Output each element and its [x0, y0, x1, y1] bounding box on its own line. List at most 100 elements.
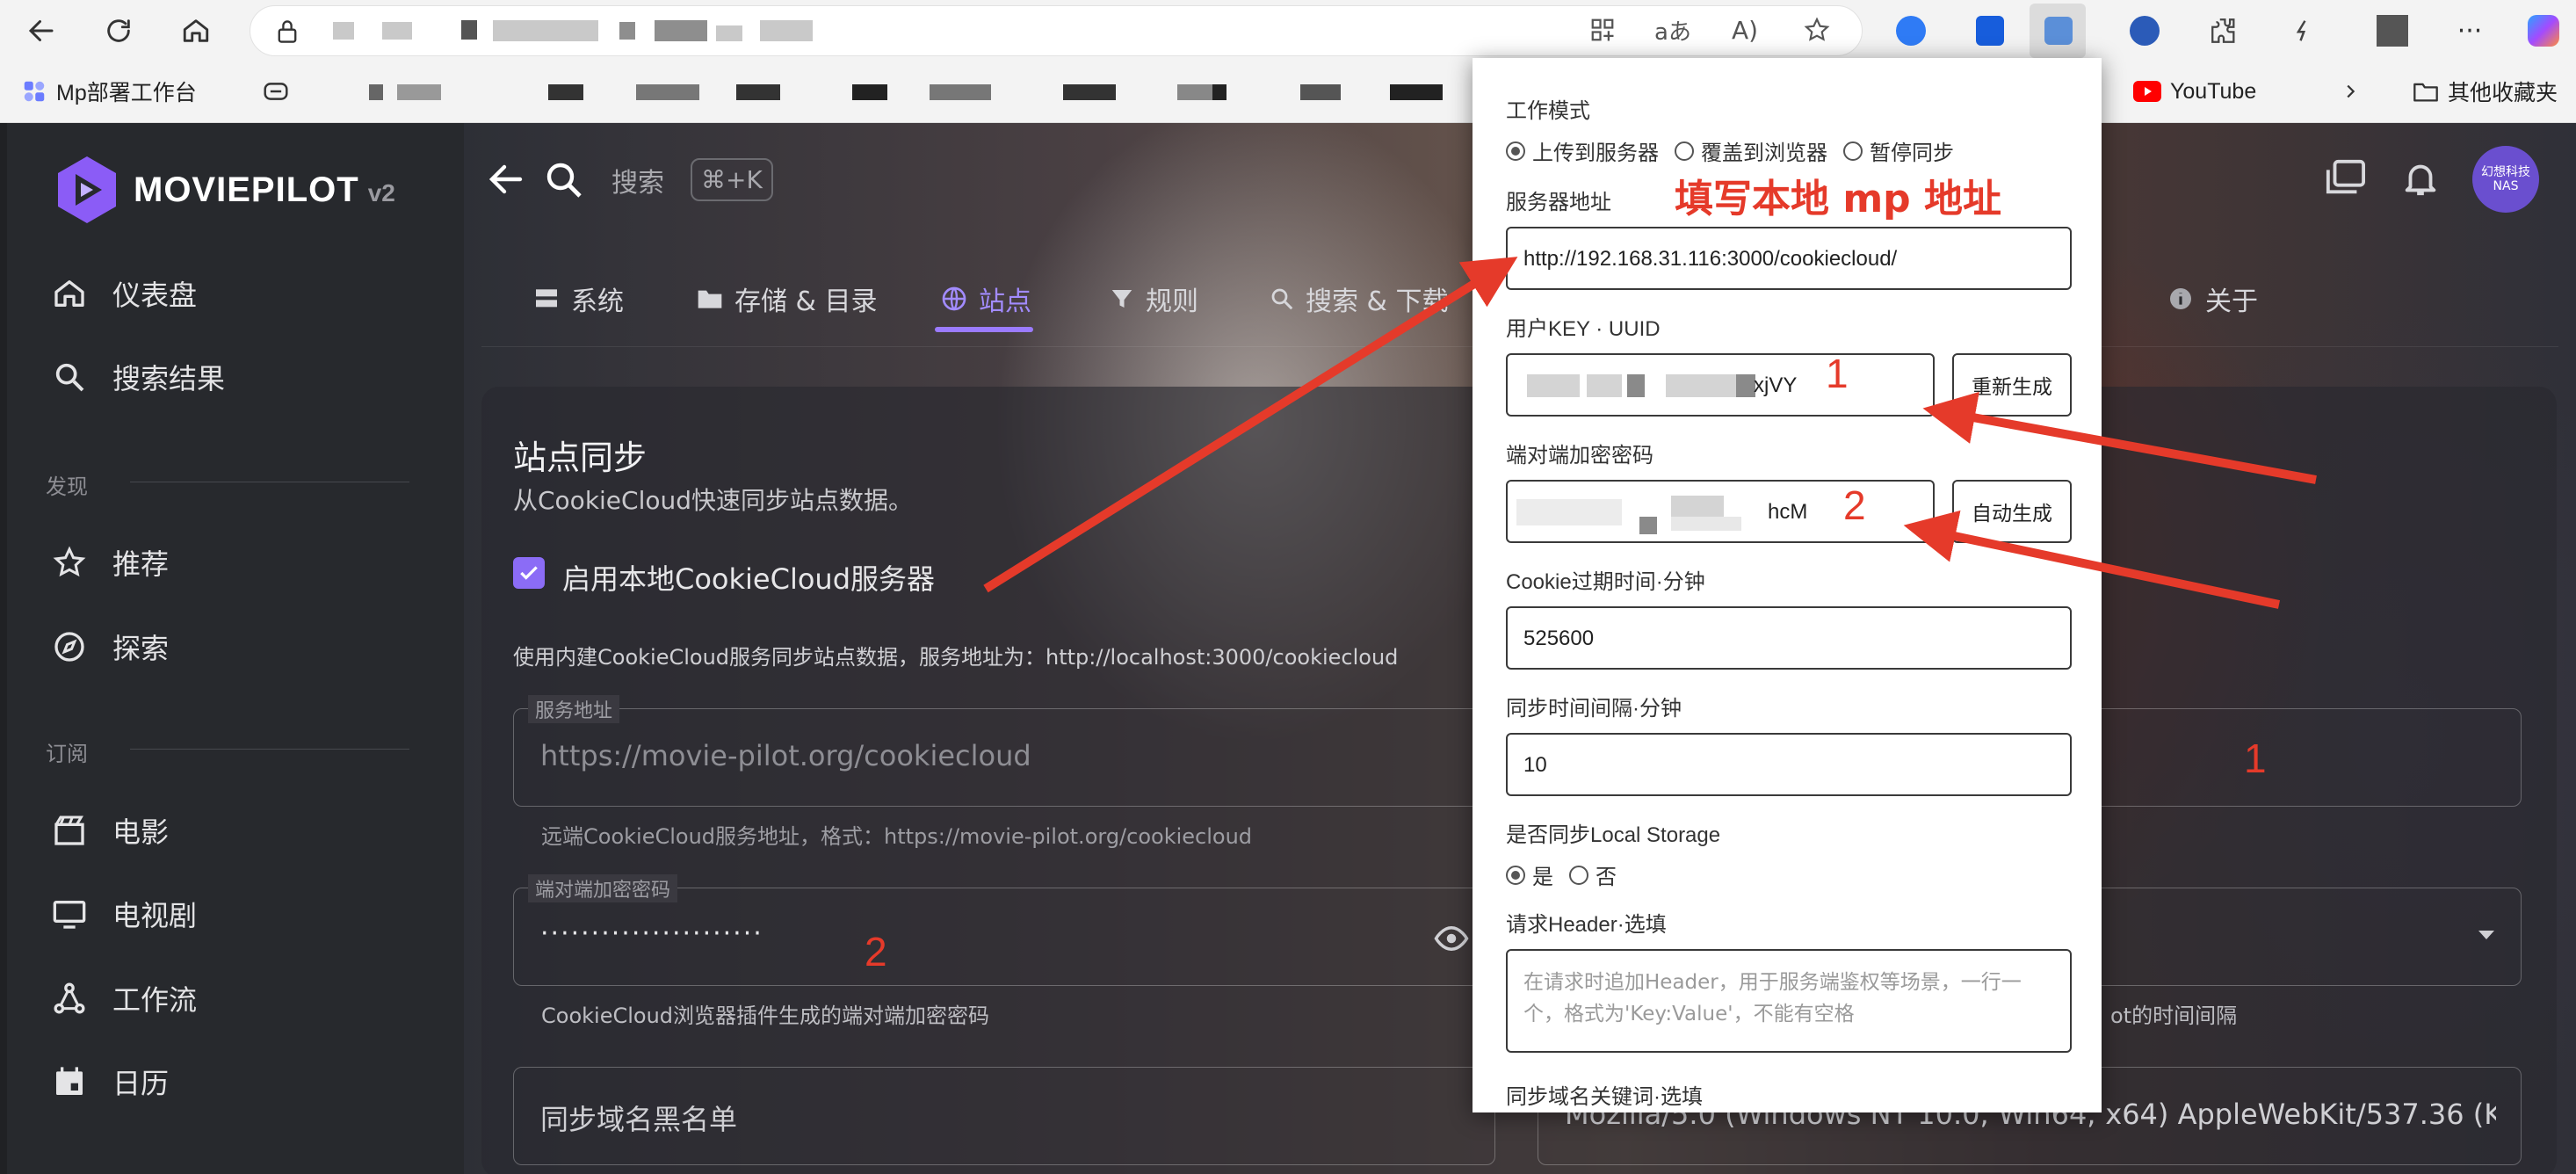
extension-triangle-icon[interactable] — [2124, 11, 2165, 51]
password-field[interactable]: 端对端加密密码 ······················ — [513, 874, 1488, 986]
domain-blacklist-field[interactable]: 同步域名黑名单 — [513, 1067, 1495, 1165]
bookmark-youtube[interactable]: YouTube — [2133, 76, 2256, 107]
uuid-input[interactable]: xjVY — [1506, 353, 1935, 417]
reload-icon — [107, 19, 130, 42]
bell-icon — [2405, 164, 2436, 196]
film-icon — [49, 810, 90, 851]
address-bar[interactable]: aあ A) — [250, 5, 1863, 56]
sidebar-item-workflow[interactable]: 工作流 — [49, 972, 197, 1025]
arrow-left-icon — [488, 164, 523, 194]
server-url-hint: 远端CookieCloud服务地址，格式：https://movie-pilot… — [541, 824, 1253, 849]
tab-sites[interactable]: 站点 — [940, 265, 1031, 332]
regenerate-uuid-button[interactable]: 重新生成 — [1952, 353, 2072, 417]
sidebar-item-recommend[interactable]: 推荐 — [49, 536, 169, 589]
annotation-marker-2-popup: 2 — [1843, 482, 1866, 528]
sync-interval-label: 同步时间间隔·分钟 — [1506, 697, 1682, 721]
radio-overwrite-browser[interactable]: 覆盖到浏览器 — [1675, 135, 1827, 166]
bookmark-link-icon — [264, 83, 288, 100]
profile-icon[interactable] — [2372, 11, 2413, 51]
tab-storage[interactable]: 存储 & 目录 — [696, 265, 877, 332]
app-grid-icon[interactable] — [1582, 10, 1623, 50]
folder-icon — [2413, 83, 2438, 102]
sidebar-item-dashboard[interactable]: 仪表盘 — [49, 267, 197, 320]
avatar[interactable]: 幻想科技 NAS — [2472, 146, 2539, 213]
extension-blue-icon[interactable] — [1891, 11, 1931, 51]
work-mode-label: 工作模式 — [1506, 99, 1590, 123]
radio-pause-sync[interactable]: 暂停同步 — [1843, 135, 1954, 166]
browser-toolbar: aあ A) ··· — [0, 0, 2576, 62]
youtube-icon — [2133, 81, 2161, 102]
home-button[interactable] — [172, 7, 220, 54]
password-input[interactable]: hcM — [1506, 480, 1935, 543]
sidebar-item-movies[interactable]: 电影 — [49, 804, 169, 857]
sync-interval-input[interactable]: 10 — [1506, 733, 2072, 796]
windows-icon — [2326, 159, 2366, 194]
reload-button[interactable] — [95, 7, 142, 54]
cookie-expire-input[interactable]: 525600 — [1506, 606, 2072, 670]
sidebar-item-search-results[interactable]: 搜索结果 — [49, 351, 225, 403]
eye-icon[interactable] — [1433, 920, 1470, 957]
tab-system[interactable]: 系统 — [532, 265, 624, 332]
caret-down-icon — [2478, 931, 2494, 939]
lock-icon — [278, 20, 297, 43]
performance-icon[interactable] — [2283, 11, 2323, 51]
search-placeholder: 搜索 — [611, 167, 664, 199]
sidebar-section-subscribe: 订阅 — [46, 742, 88, 766]
header-textarea[interactable]: 在请求时追加Header，用于服务端鉴权等场景，一行一 个，格式为'Key:Va… — [1506, 949, 2072, 1053]
translate-icon[interactable]: aあ — [1653, 10, 1693, 50]
sidebar-section-discover: 发现 — [46, 475, 88, 499]
global-search[interactable]: 搜索 ⌘+K — [543, 158, 773, 201]
bookmark-others-folder[interactable]: 其他收藏夹 — [2413, 76, 2558, 107]
compass-icon — [49, 627, 90, 667]
radio-local-storage-yes[interactable]: 是 — [1506, 859, 1553, 890]
home-icon — [183, 19, 209, 42]
search-shortcut-badge: ⌘+K — [691, 158, 773, 201]
sidebar-item-calendar[interactable]: 日历 — [49, 1055, 169, 1108]
tab-search-download[interactable]: 搜索 & 下载 — [1269, 265, 1448, 332]
radio-local-storage-no[interactable]: 否 — [1569, 859, 1617, 890]
server-url-input[interactable]: http://192.168.31.116:3000/cookiecloud/ — [1506, 227, 2072, 290]
copilot-icon[interactable] — [2523, 11, 2564, 51]
bookmarks-overflow-chevron[interactable] — [2341, 76, 2360, 107]
sidebar-divider — [130, 749, 409, 750]
back-button[interactable] — [18, 7, 65, 54]
radio-upload-to-server[interactable]: 上传到服务器 — [1506, 135, 1659, 166]
extensions-puzzle-icon[interactable] — [2203, 11, 2244, 51]
moviepilot-logo-icon — [58, 156, 116, 223]
server-url-label: 服务器地址 — [1506, 191, 1611, 214]
info-icon — [2167, 285, 2195, 313]
tab-about[interactable]: 关于 — [2167, 265, 2258, 332]
card-subtitle: 从CookieCloud快速同步站点数据。 — [513, 486, 914, 515]
sidebar-item-explore[interactable]: 探索 — [49, 620, 169, 673]
more-menu-icon[interactable]: ··· — [2449, 11, 2490, 51]
bookmark-icon-generic[interactable] — [262, 76, 290, 107]
cookie-expire-label: Cookie过期时间·分钟 — [1506, 570, 1705, 594]
notifications-button[interactable] — [2400, 158, 2441, 202]
star-icon — [49, 542, 90, 583]
search-icon — [1269, 286, 1295, 312]
arrow-left-icon — [28, 20, 54, 41]
read-aloud-icon[interactable]: A) — [1725, 10, 1765, 50]
server-url-field[interactable]: 服务地址 https://movie-pilot.org/cookiecloud — [513, 695, 1488, 807]
local-storage-radios: 是 否 — [1506, 859, 1632, 890]
bookmark-mp[interactable]: Mp部署工作台 — [21, 76, 197, 107]
tab-rules[interactable]: 规则 — [1109, 265, 1198, 332]
cookiecloud-extension-icon[interactable] — [2038, 11, 2079, 51]
header-label: 请求Header·选填 — [1506, 913, 1667, 937]
window-switch-button[interactable] — [2323, 158, 2367, 202]
annotation-fill-local-mp: 填写本地 mp 地址 — [1675, 177, 2001, 221]
autogen-password-button[interactable]: 自动生成 — [1952, 480, 2072, 543]
sidebar-item-tv[interactable]: 电视剧 — [49, 888, 197, 940]
bitwarden-icon[interactable] — [1970, 11, 2010, 51]
favorite-star-icon[interactable] — [1797, 10, 1837, 50]
sidebar: MOVIEPILOT v2 仪表盘 搜索结果 发现 推荐 探索 订阅 电影 电视… — [7, 123, 464, 1174]
server-url-input[interactable]: https://movie-pilot.org/cookiecloud — [540, 739, 1031, 772]
logo[interactable]: MOVIEPILOT v2 — [54, 155, 395, 225]
globe-icon — [940, 285, 968, 313]
password-input[interactable]: ······················ — [540, 918, 763, 949]
annotation-marker-1: 1 — [2244, 736, 2267, 781]
back-arrow-button[interactable] — [485, 158, 527, 204]
home-icon — [49, 273, 90, 314]
calendar-icon — [49, 1062, 90, 1102]
enable-local-checkbox[interactable] — [513, 557, 545, 589]
